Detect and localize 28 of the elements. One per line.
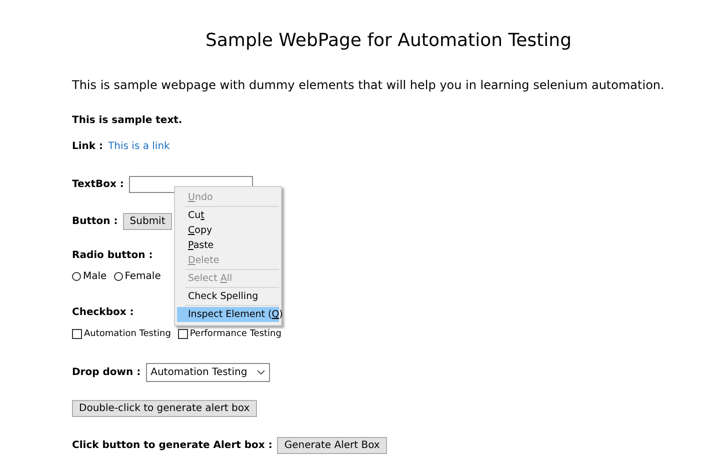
checkbox[interactable] <box>72 329 82 339</box>
dropdown-label: Drop down : <box>72 366 141 378</box>
button-label: Button : <box>72 216 118 226</box>
alert-label: Click button to generate Alert box : <box>72 440 272 450</box>
submit-button[interactable]: Submit <box>122 212 172 230</box>
radio-group-label: Radio button : <box>72 250 153 260</box>
radio-label: Female <box>124 270 161 282</box>
checkbox-group-label: Checkbox : <box>72 306 134 318</box>
textbox-label: TextBox : <box>72 178 124 190</box>
checkbox-label: Automation Testing <box>84 329 171 339</box>
page-title: Sample WebPage for Automation Testing <box>204 30 573 53</box>
radio-label: Male <box>83 270 107 282</box>
menu-item[interactable]: Copy <box>177 223 279 238</box>
alert-button[interactable]: Generate Alert Box <box>277 436 387 454</box>
sample-text: This is sample text. <box>72 114 182 126</box>
checkbox-label: Performance Testing <box>190 329 282 339</box>
dropdown[interactable]: Automation Testing <box>146 362 270 382</box>
link-label: Link : <box>72 140 104 152</box>
menu-item[interactable]: Check Spelling <box>177 289 279 304</box>
link[interactable]: This is a link <box>108 140 170 152</box>
double-click-button[interactable]: Double-click to generate alert box <box>72 400 257 416</box>
menu-item[interactable]: Cut <box>177 208 279 223</box>
intro-text: This is sample webpage with dummy elements that will help you in learning selenium automation. <box>72 78 666 94</box>
caret-icon <box>257 370 266 374</box>
radio-button[interactable] <box>114 272 123 280</box>
radio-button[interactable] <box>72 272 81 280</box>
checkbox[interactable] <box>178 329 188 339</box>
menu-item[interactable]: Paste <box>177 238 279 253</box>
